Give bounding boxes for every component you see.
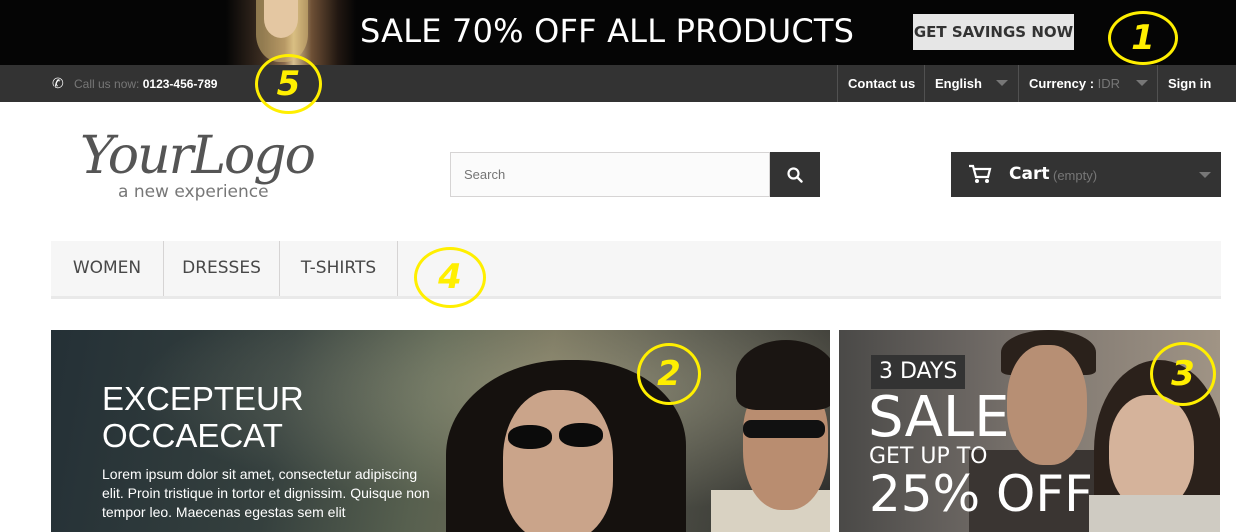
- side-banner-sale: SALE: [868, 385, 1010, 450]
- language-selector[interactable]: English: [924, 65, 1018, 102]
- main-menu: WOMEN DRESSES T-SHIRTS: [51, 241, 1221, 299]
- currency-selector[interactable]: Currency : IDR: [1018, 65, 1158, 102]
- get-savings-button[interactable]: GET SAVINGS NOW: [913, 14, 1074, 50]
- homepage-slider[interactable]: EXCEPTEUR OCCAECAT Lorem ipsum dolor sit…: [51, 330, 830, 532]
- phone-number: 0123-456-789: [142, 77, 218, 91]
- menu-item-women[interactable]: WOMEN: [51, 241, 164, 296]
- annotation-marker-1: 1: [1108, 11, 1178, 65]
- call-us-label: Call us now:: [74, 77, 140, 91]
- search-icon: [787, 167, 803, 183]
- page: SALE 70% OFF ALL PRODUCTS GET SAVINGS NO…: [0, 0, 1236, 532]
- chevron-down-icon: [996, 80, 1008, 86]
- cart-status: (empty): [1053, 168, 1098, 183]
- contact-us-link[interactable]: Contact us: [837, 65, 925, 102]
- cart-icon: [969, 164, 992, 183]
- logo-tagline: a new experience: [118, 182, 269, 202]
- promo-banner[interactable]: SALE 70% OFF ALL PRODUCTS GET SAVINGS NO…: [0, 0, 1236, 65]
- chevron-down-icon: [1199, 172, 1211, 178]
- side-banner-image: [1007, 345, 1087, 465]
- call-us: ✆ Call us now: 0123-456-789: [52, 75, 217, 92]
- site-logo[interactable]: YourLogo a new experience: [80, 126, 370, 206]
- promo-headline: SALE 70% OFF ALL PRODUCTS: [360, 12, 855, 50]
- menu-item-dresses[interactable]: DRESSES: [164, 241, 280, 296]
- side-banner-discount: 25% OFF: [869, 465, 1093, 523]
- annotation-marker-5: 5: [255, 54, 322, 114]
- cart-label: Cart: [1009, 164, 1050, 184]
- slider-title: EXCEPTEUR OCCAECAT: [102, 380, 304, 454]
- annotation-marker-4: 4: [414, 247, 486, 308]
- sign-in-link[interactable]: Sign in: [1157, 65, 1236, 102]
- search-button[interactable]: [770, 152, 820, 197]
- search-input[interactable]: [450, 152, 770, 197]
- slider-body: Lorem ipsum dolor sit amet, consectetur …: [102, 466, 430, 520]
- phone-icon: ✆: [52, 75, 64, 91]
- menu-item-tshirts[interactable]: T-SHIRTS: [280, 241, 398, 296]
- annotation-marker-3: 3: [1150, 342, 1216, 406]
- annotation-marker-2: 2: [637, 343, 701, 405]
- side-banner-tag: 3 DAYS: [871, 355, 966, 389]
- top-navbar: ✆ Call us now: 0123-456-789 Contact us En…: [0, 65, 1236, 102]
- logo-wordmark: YourLogo: [80, 126, 316, 186]
- cart-button[interactable]: Cart (empty): [951, 152, 1221, 197]
- chevron-down-icon: [1136, 80, 1148, 86]
